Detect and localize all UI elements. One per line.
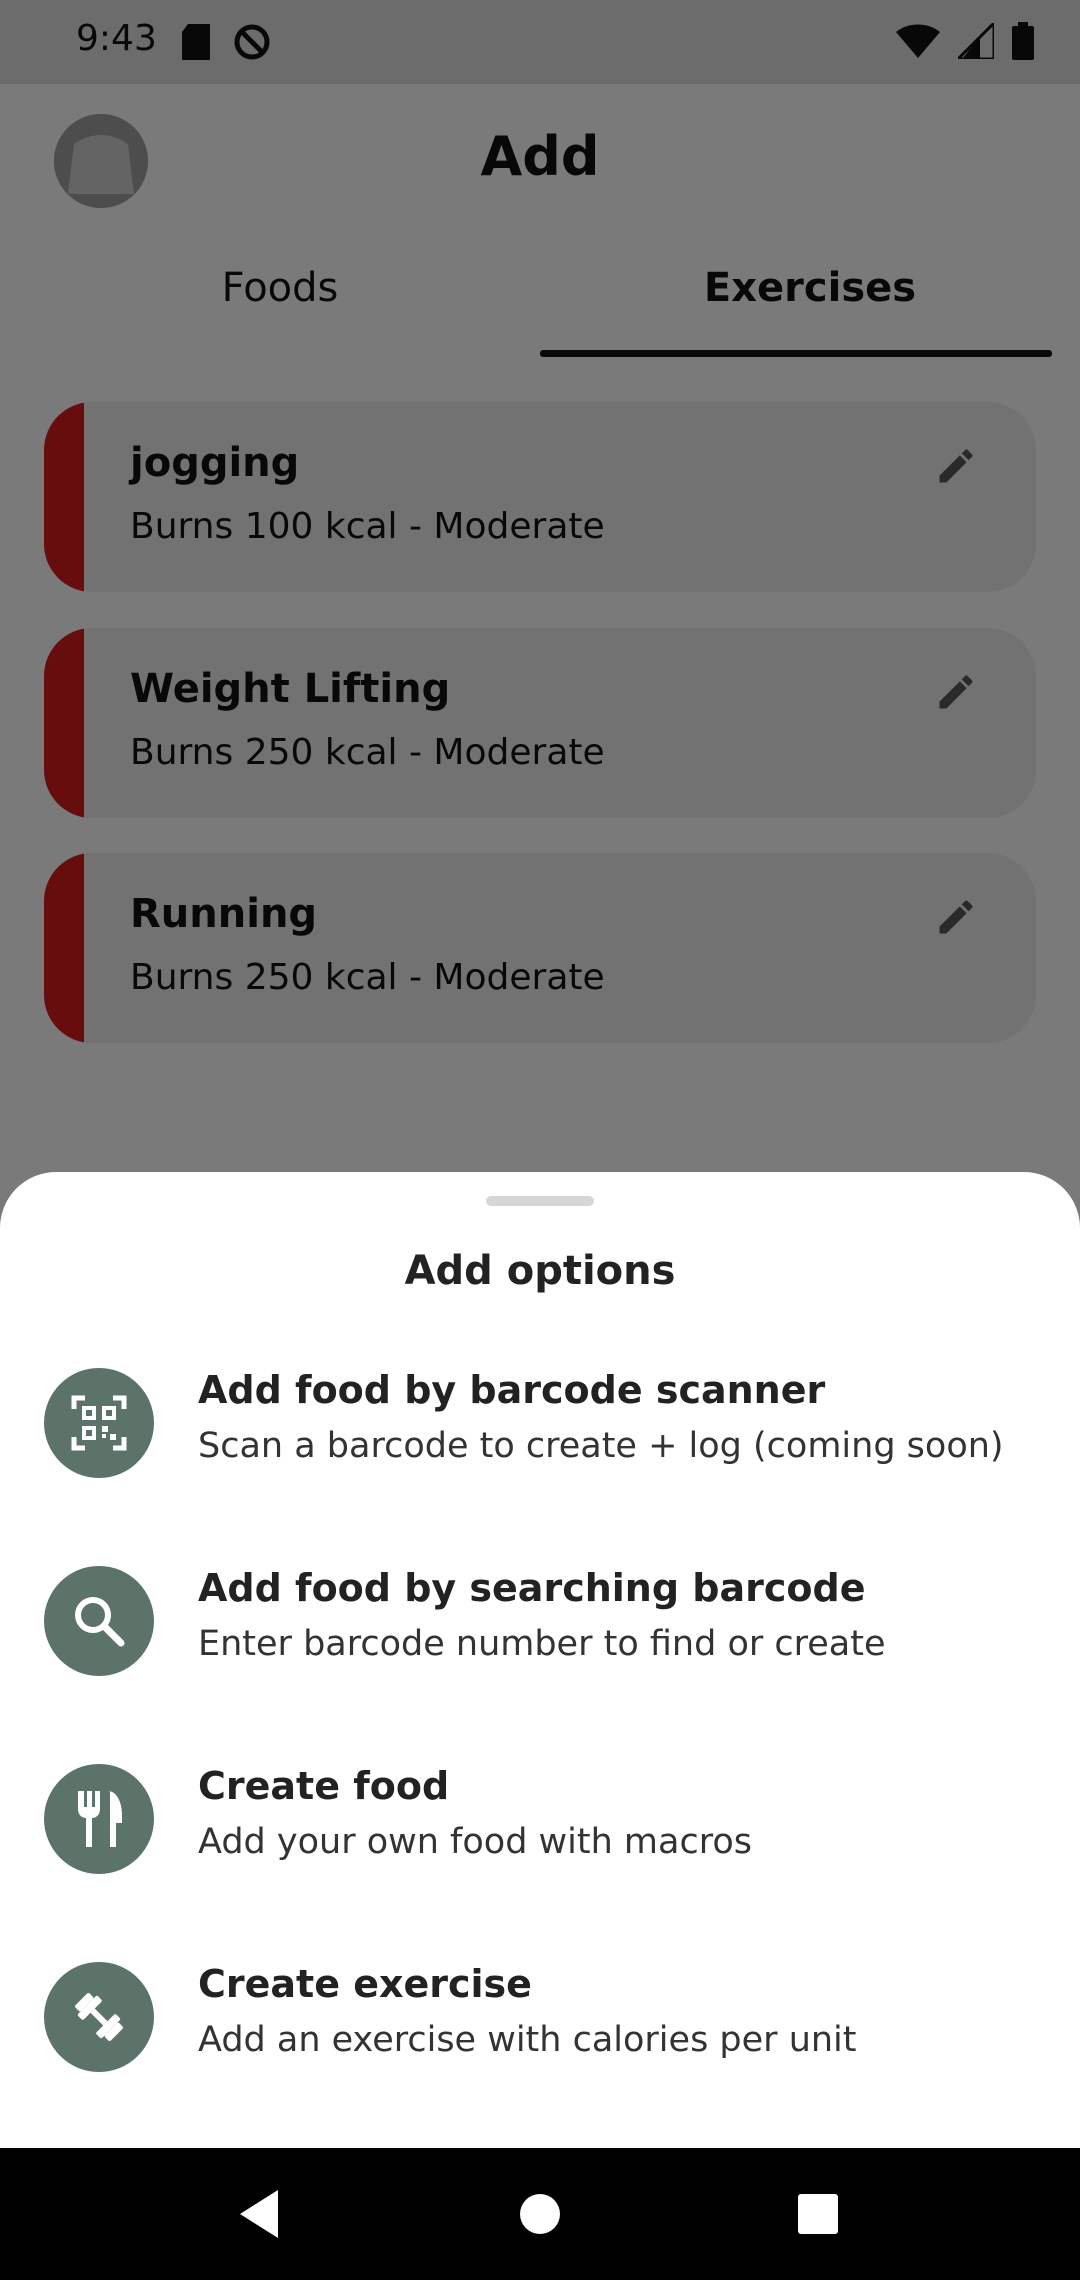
back-icon[interactable] xyxy=(232,2186,288,2242)
system-navigation-bar xyxy=(0,2148,1080,2280)
search-icon xyxy=(75,1597,125,1647)
add-options-sheet: Add options Add food by barcode scanner … xyxy=(0,1172,1080,2148)
option-icon-circle xyxy=(44,1566,154,1676)
option-icon-circle xyxy=(44,1368,154,1478)
dumbbell-icon xyxy=(75,1993,123,2041)
option-subtitle: Enter barcode number to find or create xyxy=(198,1624,886,1664)
sheet-drag-handle[interactable] xyxy=(486,1196,594,1206)
option-icon-circle xyxy=(44,1764,154,1874)
option-create-food[interactable]: Create food Add your own food with macro… xyxy=(0,1764,1080,1934)
qr-scanner-icon xyxy=(71,1395,127,1451)
option-create-exercise[interactable]: Create exercise Add an exercise with cal… xyxy=(0,1962,1080,2132)
option-subtitle: Add your own food with macros xyxy=(198,1822,752,1862)
option-search-barcode[interactable]: Add food by searching barcode Enter barc… xyxy=(0,1566,1080,1736)
recents-icon[interactable] xyxy=(790,2186,846,2242)
home-icon[interactable] xyxy=(512,2186,568,2242)
option-subtitle: Scan a barcode to create + log (coming s… xyxy=(198,1426,1004,1466)
option-title: Add food by searching barcode xyxy=(198,1566,866,1610)
option-title: Create exercise xyxy=(198,1962,532,2006)
option-title: Create food xyxy=(198,1764,450,1808)
sheet-title: Add options xyxy=(404,1248,676,1294)
option-subtitle: Add an exercise with calories per unit xyxy=(198,2020,857,2060)
fork-knife-icon xyxy=(78,1791,122,1847)
option-title: Add food by barcode scanner xyxy=(198,1368,826,1412)
option-barcode-scanner[interactable]: Add food by barcode scanner Scan a barco… xyxy=(0,1368,1080,1538)
option-icon-circle xyxy=(44,1962,154,2072)
